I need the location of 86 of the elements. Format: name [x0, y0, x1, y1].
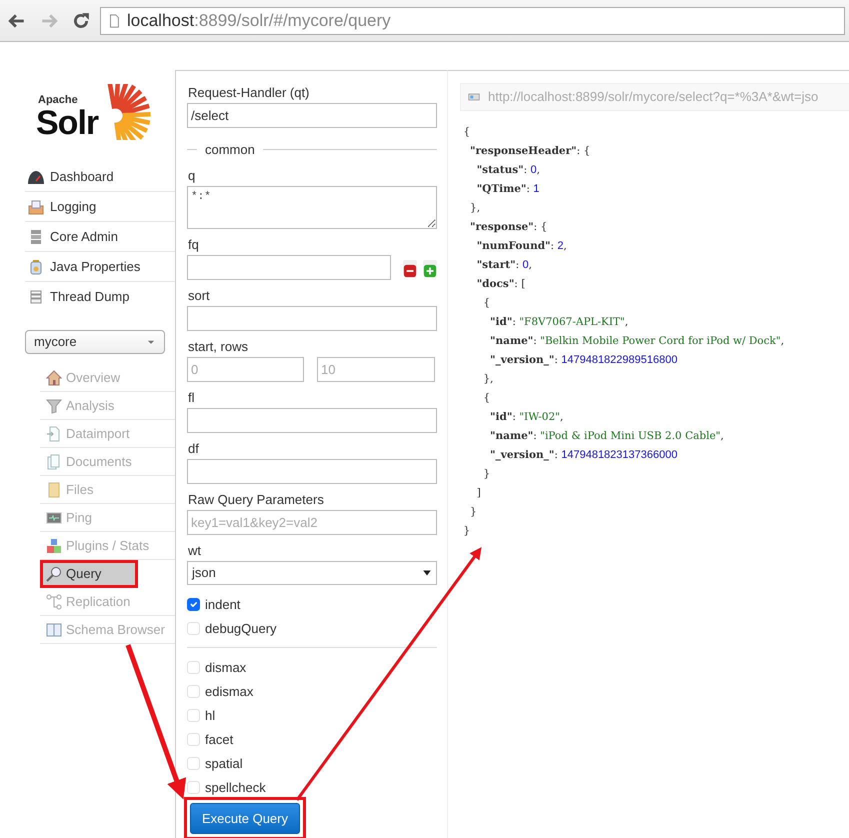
- json-line: }: [462, 524, 472, 539]
- json-line: "numFound": 2,: [476, 239, 568, 254]
- core-nav-item[interactable]: Query: [40, 560, 138, 588]
- reload-icon: [72, 12, 90, 30]
- json-line: "_version_": 1479481823137366000: [489, 448, 678, 463]
- field-label: fl: [188, 390, 196, 404]
- checkbox-label: hl: [205, 708, 216, 723]
- checkbox-label: indent: [205, 597, 240, 612]
- execute-query-button[interactable]: Execute Query: [190, 802, 300, 834]
- field-label: wt: [188, 542, 202, 558]
- checkbox-label: spellcheck: [205, 780, 266, 795]
- field-label: fq: [188, 236, 200, 252]
- raw-params-field[interactable]: key1=val1&key2=val2: [187, 510, 437, 534]
- nav-item[interactable]: Logging: [25, 192, 175, 222]
- json-line: "start": 0,: [476, 258, 533, 273]
- field-label: Request-Handler (qt): [188, 85, 310, 100]
- field-label: Raw Query Parameters: [188, 492, 325, 506]
- json-line: "name": "iPod & iPod Mini USB 2.0 Cable",: [489, 429, 725, 444]
- forward-arrow-icon: [40, 12, 58, 30]
- json-line: {: [482, 391, 492, 406]
- address-bar[interactable]: localhost:8899/solr/#/mycore/query: [100, 6, 845, 34]
- field-label: sort: [188, 288, 211, 302]
- nav-item[interactable]: Java Properties: [25, 252, 175, 282]
- json-line: "_version_": 1479481822989516800: [489, 353, 678, 368]
- minus-icon: [403, 264, 417, 278]
- rows-field[interactable]: 10: [317, 356, 435, 382]
- json-line: },: [469, 201, 482, 216]
- field-label: q: [188, 168, 196, 182]
- json-line: "docs": [: [476, 277, 526, 292]
- checkbox[interactable]: [187, 598, 200, 611]
- link-icon: [466, 91, 482, 103]
- field-label: start, rows: [188, 338, 249, 354]
- url-text: localhost:8899/solr/#/mycore/query: [127, 10, 391, 32]
- json-line: {: [462, 125, 472, 140]
- json-line: }: [482, 467, 492, 482]
- sort-field[interactable]: [187, 306, 437, 330]
- nav-item[interactable]: Core Admin: [25, 222, 175, 252]
- checkbox-label: debugQuery: [205, 621, 277, 636]
- nodes-icon: [46, 594, 62, 610]
- stack-icon: [28, 289, 44, 305]
- field-label: df: [188, 440, 200, 456]
- nav-item[interactable]: Thread Dump: [25, 282, 175, 312]
- json-line: "status": 0,: [476, 163, 541, 178]
- checkbox-label: edismax: [205, 684, 254, 699]
- checkbox-label: dismax: [205, 660, 246, 675]
- page-icon: [107, 12, 121, 28]
- field-list-field[interactable]: [187, 408, 437, 432]
- jar-icon: [28, 258, 44, 274]
- fieldset-legend: common: [205, 140, 255, 160]
- logo-text: Solr: [36, 106, 98, 140]
- folder-icon: [46, 482, 62, 498]
- magnifier-icon: [46, 566, 62, 582]
- blocks-icon: [46, 538, 62, 554]
- json-line: "name": "Belkin Mobile Power Cord for iPod w/ Dock",: [489, 334, 786, 349]
- nav-item[interactable]: Dashboard: [25, 162, 175, 192]
- format-select[interactable]: json: [187, 560, 437, 584]
- back-arrow-icon: [8, 12, 26, 30]
- json-line: "QTime": 1: [476, 182, 540, 197]
- servers-icon: [28, 228, 44, 244]
- json-line: },: [482, 372, 494, 387]
- checkbox-label: spatial: [205, 756, 243, 771]
- plus-icon: [423, 264, 437, 278]
- caret-icon: [422, 568, 432, 578]
- json-line: ]: [476, 486, 482, 501]
- json-line: {: [482, 296, 492, 311]
- import-icon: [46, 426, 62, 442]
- checkbox-label: facet: [205, 732, 234, 747]
- house-icon: [46, 370, 62, 386]
- json-line: "id": "IW-02",: [489, 410, 564, 425]
- query-field[interactable]: *:*: [187, 186, 437, 228]
- json-line: }: [469, 505, 478, 520]
- json-line: "id": "F8V7067-APL-KIT",: [489, 315, 630, 330]
- start-field[interactable]: 0: [187, 356, 304, 382]
- default-field[interactable]: [187, 458, 437, 484]
- docs-icon: [46, 454, 62, 470]
- json-line: "response": {: [469, 220, 548, 235]
- tray-icon: [28, 198, 44, 214]
- logo-text: Apache: [38, 95, 79, 106]
- handler-field[interactable]: /select: [187, 103, 437, 128]
- core-selector[interactable]: mycore: [25, 330, 165, 354]
- funnel-icon: [46, 398, 62, 414]
- filter-query-field[interactable]: [187, 254, 391, 280]
- monitor-icon: [46, 510, 62, 526]
- gauge-icon: [28, 168, 44, 184]
- json-line: "responseHeader": {: [469, 144, 592, 159]
- book-icon: [46, 622, 62, 638]
